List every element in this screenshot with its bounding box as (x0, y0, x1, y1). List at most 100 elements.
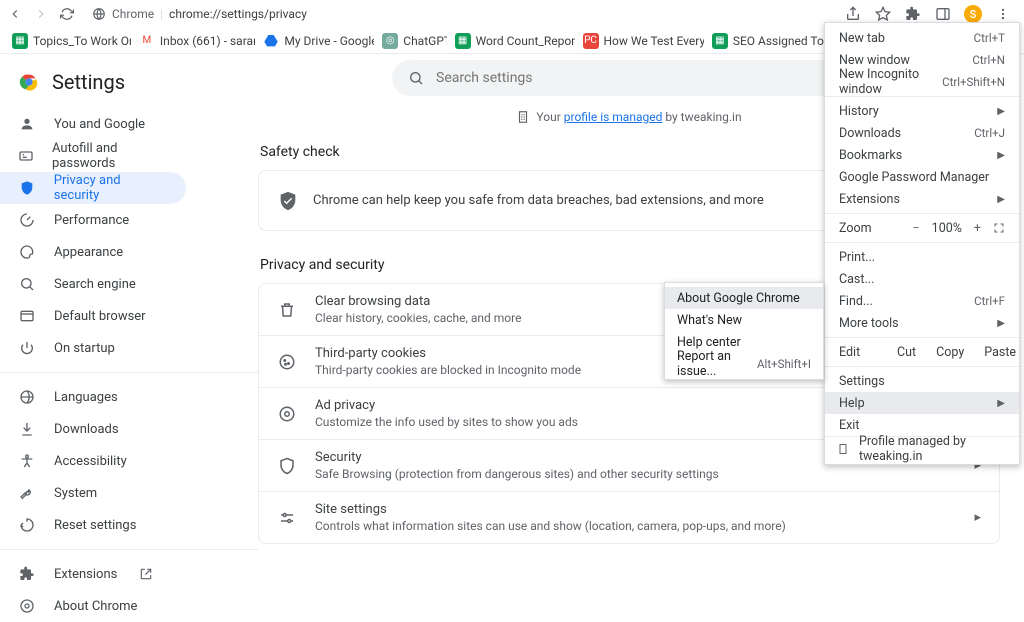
sliders-icon (277, 509, 297, 527)
extensions-icon[interactable] (904, 5, 922, 23)
sidebar-item-system[interactable]: System (0, 477, 186, 509)
sidebar-item-about[interactable]: About Chrome (0, 590, 186, 622)
menu-settings[interactable]: Settings (825, 370, 1019, 392)
shield-icon (277, 457, 297, 475)
help-whats-new[interactable]: What's New (665, 309, 823, 331)
chevron-right-icon: ▶ (997, 318, 1005, 329)
menu-new-tab[interactable]: New tabCtrl+T (825, 27, 1019, 49)
search-icon (18, 276, 36, 292)
launch-icon (139, 567, 153, 581)
gmail-icon: M (139, 33, 155, 49)
menu-more-tools[interactable]: More tools▶ (825, 312, 1019, 334)
bookmark-item[interactable]: My Drive - Google... (257, 30, 374, 52)
help-report-issue[interactable]: Report an issue...Alt+Shift+I (665, 353, 823, 375)
palette-icon (18, 244, 36, 260)
help-submenu: About Google Chrome What's New Help cent… (664, 282, 824, 380)
zoom-value: 100% (932, 221, 962, 236)
menu-edit-row: Edit Cut Copy Paste (825, 341, 1019, 363)
menu-bookmarks[interactable]: Bookmarks▶ (825, 144, 1019, 166)
search-settings[interactable] (392, 60, 858, 96)
menu-copy[interactable]: Copy (936, 345, 964, 360)
share-icon[interactable] (844, 5, 862, 23)
reset-icon (18, 517, 36, 533)
menu-gpm[interactable]: Google Password Manager (825, 166, 1019, 188)
sidebar-item-search[interactable]: Search engine (0, 268, 186, 300)
bookmark-item[interactable]: ▦SEO Assigned Topic... (706, 30, 834, 52)
chrome-logo-icon (18, 71, 40, 93)
forward-icon[interactable] (32, 5, 50, 23)
menu-downloads[interactable]: DownloadsCtrl+J (825, 122, 1019, 144)
bookmark-item[interactable]: ◎ChatGPT (376, 30, 446, 52)
sidebar-item-you-google[interactable]: You and Google (0, 108, 186, 140)
cookie-icon (277, 353, 297, 371)
shield-icon (18, 180, 36, 196)
sidebar-item-default[interactable]: Default browser (0, 300, 186, 332)
settings-title: Settings (52, 70, 125, 94)
chevron-right-icon: ▶ (997, 194, 1005, 205)
menu-new-incognito[interactable]: New Incognito windowCtrl+Shift+N (825, 71, 1019, 93)
fullscreen-icon[interactable] (993, 222, 1005, 234)
menu-cast[interactable]: Cast... (825, 268, 1019, 290)
reload-icon[interactable] (58, 5, 76, 23)
chevron-right-icon: ▶ (997, 150, 1005, 161)
menu-help[interactable]: Help▶ (825, 392, 1019, 414)
menu-find[interactable]: Find...Ctrl+F (825, 290, 1019, 312)
avatar[interactable]: S (964, 5, 982, 23)
sheets-icon: ▦ (712, 33, 728, 49)
menu-print[interactable]: Print... (825, 246, 1019, 268)
zoom-in-button[interactable]: + (974, 221, 981, 236)
globe-icon (18, 389, 36, 405)
autofill-icon (18, 148, 34, 164)
search-input[interactable] (436, 70, 842, 86)
chevron-right-icon: ▶ (997, 106, 1005, 117)
accessibility-icon (18, 453, 36, 469)
sidebar-item-extensions[interactable]: Extensions (0, 558, 186, 590)
menu-managed[interactable]: Profile managed by tweaking.in (825, 436, 1019, 460)
sheets-icon: ▦ (12, 33, 28, 49)
browser-icon (18, 308, 36, 324)
bookmark-item[interactable]: PCHow We Test Everyt... (577, 30, 704, 52)
sidebar-item-performance[interactable]: Performance (0, 204, 186, 236)
bookmark-item[interactable]: ▦Word Count_Report... (449, 30, 575, 52)
sidebar-item-appearance[interactable]: Appearance (0, 236, 186, 268)
bookmark-item[interactable]: ▦Topics_To Work On... (6, 30, 131, 52)
chevron-right-icon: ▶ (997, 398, 1005, 409)
ads-icon (277, 405, 297, 423)
search-icon (408, 70, 424, 86)
sidepanel-icon[interactable] (934, 5, 952, 23)
menu-zoom: Zoom − 100% + (825, 217, 1019, 239)
chrome-icon (18, 598, 36, 614)
omnibox[interactable]: Chrome | chrome://settings/privacy (92, 7, 307, 21)
zoom-out-button[interactable]: − (913, 221, 920, 236)
sidebar-item-languages[interactable]: Languages (0, 381, 186, 413)
sheets-icon: ▦ (455, 33, 471, 49)
sidebar-item-reset[interactable]: Reset settings (0, 509, 186, 541)
kebab-menu-icon[interactable] (994, 5, 1012, 23)
menu-cut[interactable]: Cut (897, 345, 916, 360)
settings-sidebar: Settings You and Google Autofill and pas… (0, 54, 258, 521)
menu-extensions[interactable]: Extensions▶ (825, 188, 1019, 210)
sidebar-item-privacy[interactable]: Privacy and security (0, 172, 186, 204)
chrome-menu: New tabCtrl+T New windowCtrl+N New Incog… (824, 22, 1020, 465)
profile-managed-link[interactable]: profile is managed (564, 110, 663, 124)
download-icon (18, 421, 36, 437)
chevron-right-icon: ▸ (974, 510, 981, 525)
back-icon[interactable] (6, 5, 24, 23)
bookmark-item[interactable]: MInbox (661) - saran... (133, 30, 255, 52)
star-icon[interactable] (874, 5, 892, 23)
sidebar-item-downloads[interactable]: Downloads (0, 413, 186, 445)
menu-history[interactable]: History▶ (825, 100, 1019, 122)
help-about[interactable]: About Google Chrome (665, 287, 823, 309)
omnibox-app: Chrome (112, 7, 154, 21)
sidebar-item-autofill[interactable]: Autofill and passwords (0, 140, 186, 172)
person-icon (18, 116, 36, 132)
shield-check-icon (277, 190, 299, 212)
row-site-settings[interactable]: Site settingsControls what information s… (259, 491, 999, 543)
pcmag-icon: PC (583, 33, 599, 49)
puzzle-icon (18, 566, 36, 582)
sidebar-item-startup[interactable]: On startup (0, 332, 186, 364)
building-icon (516, 110, 530, 124)
sidebar-item-accessibility[interactable]: Accessibility (0, 445, 186, 477)
gauge-icon (18, 212, 36, 228)
menu-paste[interactable]: Paste (984, 345, 1016, 360)
